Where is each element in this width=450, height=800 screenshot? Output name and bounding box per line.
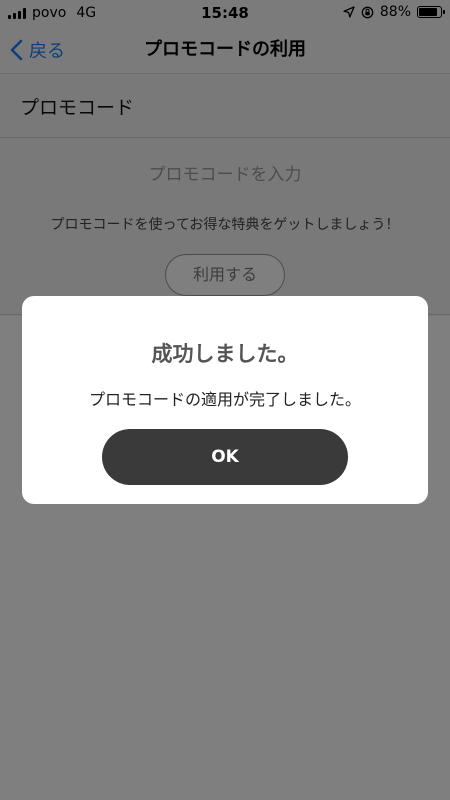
dialog-message: プロモコードの適用が完了しました。 bbox=[88, 390, 361, 409]
success-dialog: 成功しました。 プロモコードの適用が完了しました。 OK bbox=[22, 296, 428, 504]
screen: povo 4G 15:48 88% プロモコードの利用 bbox=[0, 0, 450, 800]
ok-button[interactable]: OK bbox=[102, 429, 348, 485]
dialog-title: 成功しました。 bbox=[151, 342, 299, 366]
